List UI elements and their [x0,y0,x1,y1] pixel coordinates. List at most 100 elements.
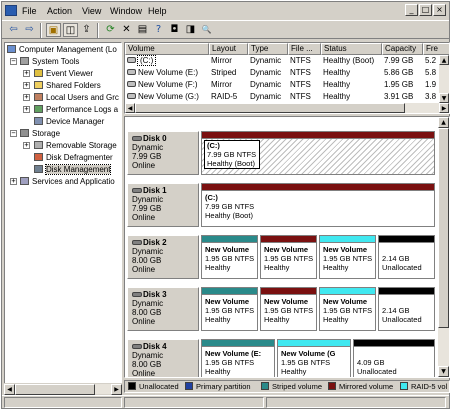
collapse-toggle[interactable]: − [10,58,17,65]
expand-toggle[interactable]: + [23,82,30,89]
volume-block-unallocated[interactable]: 2.14 GB Unallocated [378,287,435,331]
scroll-up-arrow-icon[interactable]: ▲ [438,117,449,128]
export-list-icon[interactable]: ⇪ [79,23,94,37]
scroll-right-arrow-icon[interactable]: ▶ [439,103,449,113]
volume-status: Unallocated [382,315,422,324]
disk-size: 7.99 GB [132,152,162,161]
minimize-button[interactable]: _ [405,4,418,16]
column-header-capacity[interactable]: Capacity [382,43,423,55]
expand-toggle[interactable]: + [23,70,30,77]
tree-item-local-users[interactable]: Local Users and Grc [34,92,119,103]
show-tree-icon[interactable]: ◫ [63,23,78,37]
table-row[interactable]: (C:) Mirror Dynamic NTFS Healthy (Boot) … [125,55,441,67]
volume-block-raid5[interactable]: New Volume (G 1.95 GB NTFS Healthy [277,339,351,377]
volume-block-raid5[interactable]: New Volume 1.95 GB NTFS Healthy [319,235,376,279]
volume-list-vertical-scrollbar[interactable]: ▲ ▼ [439,55,449,103]
refresh-icon[interactable]: ⟳ [103,23,118,37]
tree-item-performance-logs[interactable]: Performance Logs a [34,104,118,115]
help-icon[interactable]: ? [151,23,166,37]
tree-item-services[interactable]: Services and Applicatio [20,176,115,187]
volume-block-raid5[interactable]: New Volume 1.95 GB NTFS Healthy [319,287,376,331]
volume-block-mirrored[interactable]: (C:) 7.99 GB NTFS Healthy (Boot) [201,183,435,227]
scroll-thumb[interactable] [135,103,405,113]
disk-icon [132,292,142,297]
expand-toggle[interactable]: + [10,178,17,185]
search-icon[interactable]: 🔍 [199,23,214,37]
menu-view[interactable]: View [82,6,101,16]
scroll-right-arrow-icon[interactable]: ▶ [111,384,122,395]
scroll-thumb[interactable] [438,128,449,328]
disk-view-vertical-scrollbar[interactable]: ▲ ▼ [438,117,449,377]
tree-item-system-tools[interactable]: System Tools [20,56,79,67]
volume-block-mirrored[interactable]: New Volume 1.95 GB NTFS Healthy [260,287,317,331]
volume-block-unallocated[interactable]: 4.09 GB Unallocated [353,339,435,377]
menu-file[interactable]: File [22,6,37,16]
column-header-layout[interactable]: Layout [209,43,248,55]
tree-horizontal-scrollbar[interactable]: ◀ ▶ [4,383,122,395]
scroll-up-arrow-icon[interactable]: ▲ [439,55,449,65]
back-icon[interactable]: ⇦ [6,23,21,37]
volume-block-mirrored[interactable]: New Volume 1.95 GB NTFS Healthy [260,235,317,279]
volume-block-striped[interactable]: New Volume 1.95 GB NTFS Healthy [201,235,258,279]
tree-item-event-viewer[interactable]: Event Viewer [34,68,93,79]
volume-cell: (C:) [125,55,209,67]
tree-item-label: Storage [32,129,61,138]
tree-item-disk-management[interactable]: Disk Management [34,164,112,175]
volume-status: Healthy [281,367,307,376]
expand-toggle[interactable]: + [23,142,30,149]
disk-2-label[interactable]: Disk 2 Dynamic 8.00 GB Online [127,235,199,279]
close-button[interactable]: × [433,4,446,16]
capacity-cell: 7.99 GB [384,56,414,65]
menu-help[interactable]: Help [148,6,167,16]
column-header-free[interactable]: Fre [423,43,449,55]
restore-button[interactable]: □ [419,4,432,16]
volume-block-striped[interactable]: New Volume (E: 1.95 GB NTFS Healthy [201,339,275,377]
disk-size: 7.99 GB [132,204,162,213]
column-header-volume[interactable]: Volume [125,43,209,55]
scroll-down-arrow-icon[interactable]: ▼ [439,93,449,103]
table-row[interactable]: New Volume (F:) Mirror Dynamic NTFS Heal… [125,79,441,91]
scroll-down-arrow-icon[interactable]: ▼ [438,366,449,377]
menu-action[interactable]: Action [47,6,72,16]
scroll-left-arrow-icon[interactable]: ◀ [4,384,15,395]
menu-window[interactable]: Window [110,6,142,16]
tree-item-storage[interactable]: Storage [20,128,60,139]
table-row[interactable]: New Volume (G:) RAID-5 Dynamic NTFS Heal… [125,91,441,103]
tree-item-device-manager[interactable]: Device Manager [34,116,104,127]
column-header-file-system[interactable]: File ... [288,43,321,55]
volume-block-unallocated[interactable]: 2.14 GB Unallocated [378,235,435,279]
table-row[interactable]: New Volume (E:) Striped Dynamic NTFS Hea… [125,67,441,79]
removable-storage-icon [34,141,43,149]
volume-size: 2.14 GB [382,306,410,315]
delete-icon[interactable]: ✕ [119,23,134,37]
disk-1-label[interactable]: Disk 1 Dynamic 7.99 GB Online [127,183,199,227]
tree-item-removable-storage[interactable]: Removable Storage [34,140,117,151]
volume-list-horizontal-scrollbar[interactable]: ◀ ▶ [125,103,449,113]
scroll-left-arrow-icon[interactable]: ◀ [125,103,135,113]
collapse-toggle[interactable]: − [10,130,17,137]
column-header-type[interactable]: Type [248,43,288,55]
status-cell: Healthy (Boot) [323,56,375,65]
tree-item-shared-folders[interactable]: Shared Folders [34,80,101,91]
save-icon[interactable]: ◘ [167,23,182,37]
properties-icon[interactable]: ▤ [135,23,150,37]
volume-block-striped[interactable]: New Volume 1.95 GB NTFS Healthy [201,287,258,331]
expand-toggle[interactable]: + [23,94,30,101]
disk-icon [132,240,142,245]
open-icon[interactable]: ◨ [183,23,198,37]
volume-size: 4.09 GB [357,358,385,367]
disk-status: Online [132,213,156,222]
volume-name: New Volume (G [281,349,336,358]
column-header-status[interactable]: Status [321,43,382,55]
disk-3-label[interactable]: Disk 3 Dynamic 8.00 GB Online [127,287,199,331]
tree-item-disk-defragmenter[interactable]: Disk Defragmenter [34,152,113,163]
disk-4-label[interactable]: Disk 4 Dynamic 8.00 GB Online [127,339,199,377]
app-menu-icon[interactable] [5,5,17,16]
tree-item-computer-management[interactable]: Computer Management (Lo [7,44,117,55]
up-level-icon[interactable]: ▣ [46,23,61,37]
disk-0-label[interactable]: Disk 0 Dynamic 7.99 GB Online [127,131,199,175]
forward-icon[interactable]: ⇨ [22,23,37,37]
expand-toggle[interactable]: + [23,106,30,113]
volume-block-mirrored[interactable]: (C:) 7.99 GB NTFS Healthy (Boot) [201,131,435,175]
scroll-thumb[interactable] [15,384,95,395]
